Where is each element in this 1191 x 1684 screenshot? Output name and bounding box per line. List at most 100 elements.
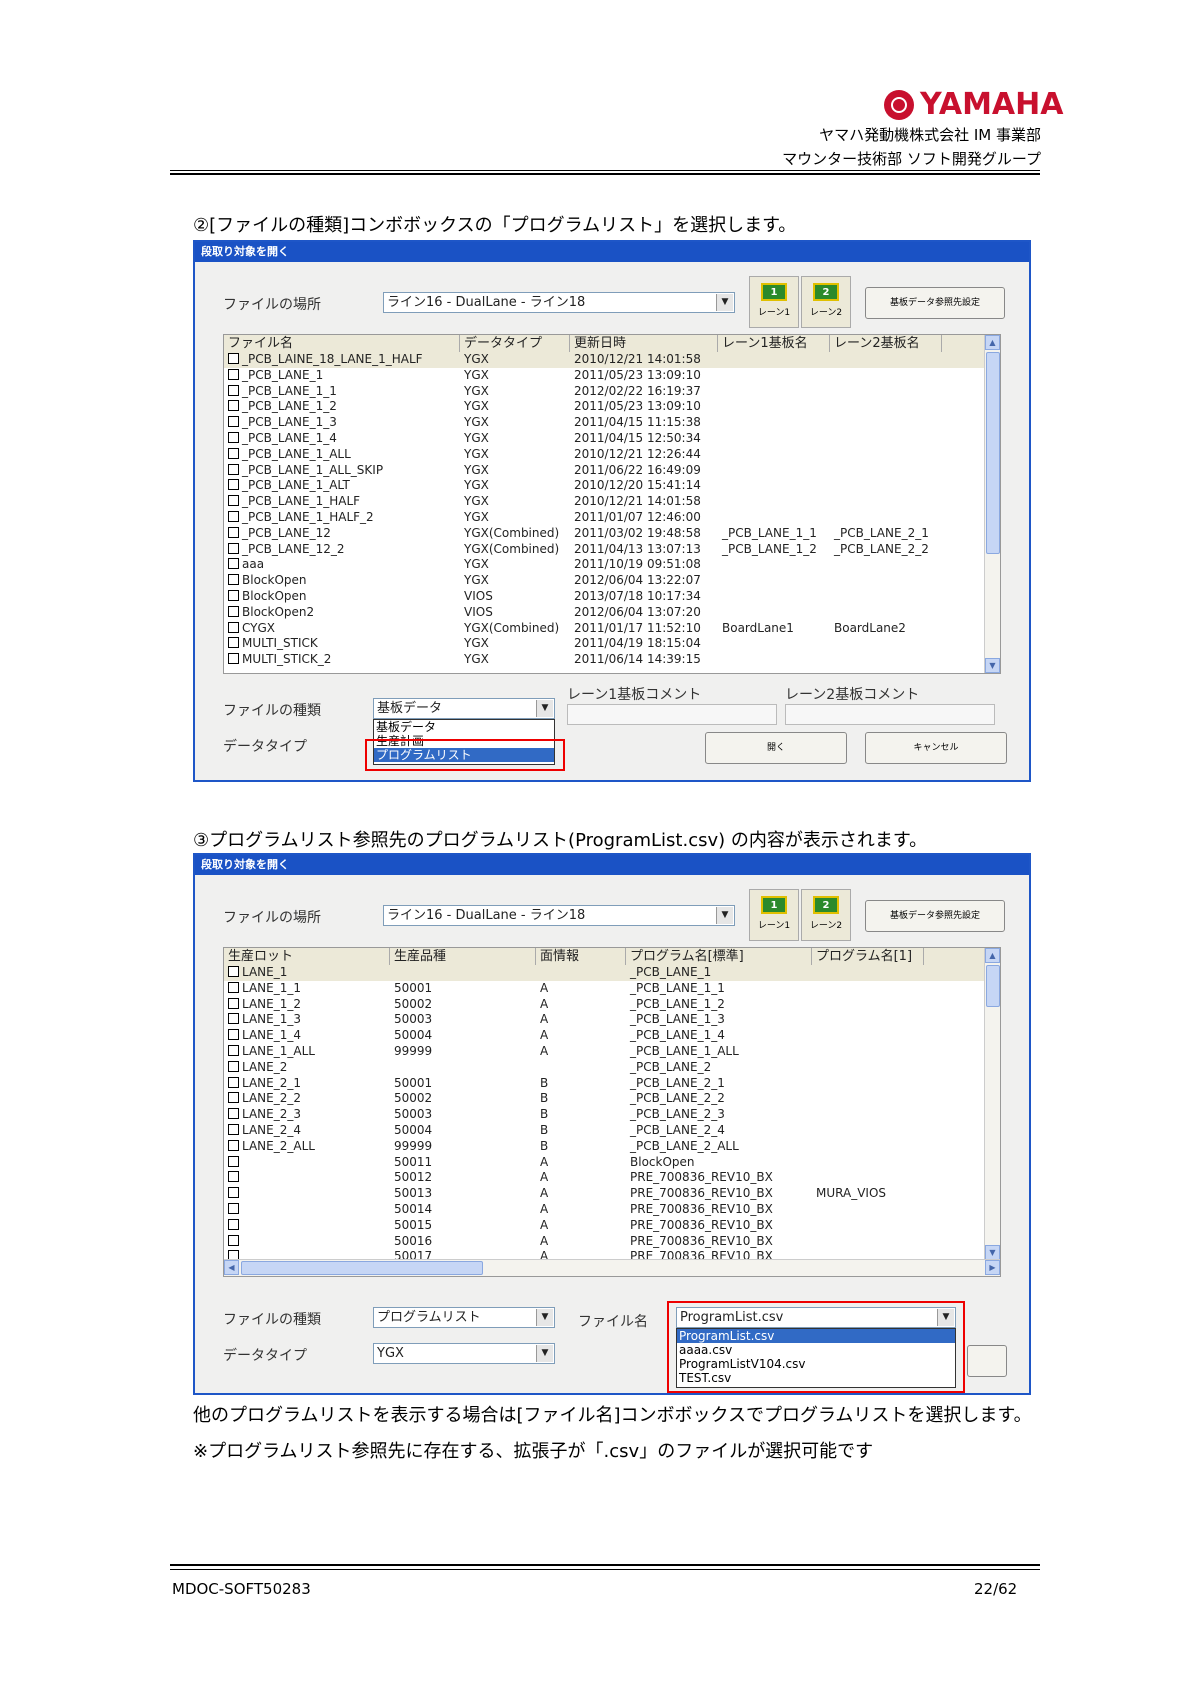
checkbox[interactable]	[228, 1060, 239, 1072]
table-row[interactable]: 50016 A PRE_700836_REV10_BX	[224, 1234, 986, 1250]
checkbox[interactable]	[228, 400, 239, 412]
checkbox[interactable]	[228, 495, 239, 507]
scroll-thumb[interactable]	[986, 965, 1000, 1007]
lane1-button[interactable]: 1 レーン1	[749, 276, 799, 328]
chevron-down-icon[interactable]: ▼	[536, 1345, 553, 1362]
checkbox[interactable]	[228, 1155, 239, 1167]
table-row[interactable]: LANE_2_1 50001 B _PCB_LANE_2_1	[224, 1076, 986, 1092]
table-row[interactable]: 50015 A PRE_700836_REV10_BX	[224, 1218, 986, 1234]
table-row[interactable]: LANE_1_3 50003 A _PCB_LANE_1_3	[224, 1012, 986, 1028]
checkbox[interactable]	[228, 621, 239, 633]
table-row[interactable]: 50011 A BlockOpen	[224, 1155, 986, 1171]
checkbox[interactable]	[228, 1218, 239, 1230]
table-row[interactable]: _PCB_LANE_1_3 YGX 2011/04/15 11:15:38	[224, 415, 986, 431]
table-row[interactable]: LANE_1 _PCB_LANE_1	[224, 965, 986, 981]
table-row[interactable]: BlockOpen2 VIOS 2012/06/04 13:07:20	[224, 605, 986, 621]
table-row[interactable]: MULTI_STICK_2 YGX 2011/06/14 14:39:15	[224, 652, 986, 668]
table-row[interactable]: _PCB_LANE_1_1 YGX 2012/02/22 16:19:37	[224, 384, 986, 400]
table-row[interactable]: _PCB_LANE_1_HALF YGX 2010/12/21 14:01:58	[224, 494, 986, 510]
vertical-scrollbar[interactable]: ▲ ▼	[984, 948, 1000, 1260]
checkbox[interactable]	[228, 384, 239, 396]
checkbox[interactable]	[228, 1187, 239, 1199]
checkbox[interactable]	[228, 447, 239, 459]
table-row[interactable]: LANE_1_ALL 99999 A _PCB_LANE_1_ALL	[224, 1044, 986, 1060]
chevron-down-icon[interactable]: ▼	[716, 907, 733, 924]
scroll-up-icon[interactable]: ▲	[985, 335, 1000, 350]
checkbox[interactable]	[228, 574, 239, 586]
col-header[interactable]: プログラム名[1]	[812, 948, 924, 965]
table-row[interactable]: MULTI_STICK YGX 2011/04/19 18:15:04	[224, 636, 986, 652]
checkbox[interactable]	[228, 653, 239, 665]
table-row[interactable]: LANE_1_4 50004 A _PCB_LANE_1_4	[224, 1028, 986, 1044]
chevron-down-icon[interactable]: ▼	[536, 1309, 553, 1326]
checkbox[interactable]	[228, 1139, 239, 1151]
table-row[interactable]: LANE_2_ALL 99999 B _PCB_LANE_2_ALL	[224, 1139, 986, 1155]
option-board-data[interactable]: 基板データ	[374, 720, 554, 734]
horizontal-scrollbar[interactable]: ◀ ▶	[224, 1259, 1000, 1276]
scroll-left-icon[interactable]: ◀	[224, 1260, 239, 1275]
col-header[interactable]: レーン2基板名	[830, 335, 942, 352]
checkbox[interactable]	[228, 1108, 239, 1120]
table-row[interactable]: CYGX YGX(Combined) 2011/01/17 11:52:10 Boar…	[224, 621, 986, 637]
checkbox[interactable]	[228, 1171, 239, 1183]
checkbox[interactable]	[228, 1092, 239, 1104]
checkbox[interactable]	[228, 416, 239, 428]
table-row[interactable]: 50014 A PRE_700836_REV10_BX	[224, 1202, 986, 1218]
checkbox[interactable]	[228, 353, 239, 364]
table-row[interactable]: _PCB_LANE_1_HALF_2 YGX 2011/01/07 12:46:00	[224, 510, 986, 526]
lane2-comment-field[interactable]	[785, 704, 995, 725]
table-row[interactable]: BlockOpen VIOS 2013/07/18 10:17:34	[224, 589, 986, 605]
checkbox[interactable]	[228, 479, 239, 491]
datatype-combo[interactable]: YGX ▼	[373, 1343, 555, 1364]
lane2-button[interactable]: 2 レーン2	[801, 276, 851, 328]
chevron-down-icon[interactable]: ▼	[536, 700, 553, 717]
lane2-button[interactable]: 2 レーン2	[801, 889, 851, 941]
table-row[interactable]: _PCB_LANE_12 YGX(Combined) 2011/03/02 19:4…	[224, 526, 986, 542]
col-header[interactable]: 更新日時	[570, 335, 718, 352]
checkbox[interactable]	[228, 1234, 239, 1246]
checkbox[interactable]	[228, 997, 239, 1009]
checkbox[interactable]	[228, 526, 239, 538]
cancel-button[interactable]: キャンセル	[865, 732, 1007, 764]
filetype-combo[interactable]: プログラムリスト ▼	[373, 1307, 555, 1328]
location-combo[interactable]: ライン16 - DualLane - ライン18 ▼	[383, 292, 735, 313]
col-header[interactable]: プログラム名[標準]	[626, 948, 812, 965]
scroll-right-icon[interactable]: ▶	[985, 1260, 1000, 1275]
lane1-comment-field[interactable]	[567, 704, 777, 725]
scroll-up-icon[interactable]: ▲	[985, 948, 1000, 963]
col-header[interactable]: ファイル名	[224, 335, 460, 352]
vertical-scrollbar[interactable]: ▲ ▼	[984, 335, 1000, 673]
table-row[interactable]: _PCB_LANE_12_2 YGX(Combined) 2011/04/13 13…	[224, 542, 986, 558]
checkbox[interactable]	[228, 463, 239, 475]
location-combo[interactable]: ライン16 - DualLane - ライン18 ▼	[383, 905, 735, 926]
col-header[interactable]: 生産ロット	[224, 948, 390, 965]
table-row[interactable]: _PCB_LANE_1_ALT YGX 2010/12/20 15:41:14	[224, 478, 986, 494]
table-row[interactable]: LANE_2_4 50004 B _PCB_LANE_2_4	[224, 1123, 986, 1139]
table-row[interactable]: _PCB_LANE_1 YGX 2011/05/23 13:09:10	[224, 368, 986, 384]
checkbox[interactable]	[228, 605, 239, 617]
table-row[interactable]: LANE_2_3 50003 B _PCB_LANE_2_3	[224, 1107, 986, 1123]
checkbox[interactable]	[228, 1029, 239, 1041]
col-header[interactable]: 面情報	[536, 948, 626, 965]
scroll-down-icon[interactable]: ▼	[985, 1245, 1000, 1260]
checkbox[interactable]	[228, 1013, 239, 1025]
table-row[interactable]: LANE_2 _PCB_LANE_2	[224, 1060, 986, 1076]
file-list[interactable]: ファイル名 データタイプ 更新日時 レーン1基板名 レーン2基板名 _PCB_L…	[223, 334, 1001, 674]
checkbox[interactable]	[228, 558, 239, 570]
chevron-down-icon[interactable]: ▼	[716, 294, 733, 311]
checkbox[interactable]	[228, 368, 239, 380]
h-scroll-thumb[interactable]	[241, 1261, 483, 1275]
checkbox[interactable]	[228, 966, 239, 977]
checkbox[interactable]	[228, 510, 239, 522]
table-row[interactable]: _PCB_LANE_1_ALL_SKIP YGX 2011/06/22 16:49:…	[224, 463, 986, 479]
table-row[interactable]: LANE_1_2 50002 A _PCB_LANE_1_2	[224, 997, 986, 1013]
checkbox[interactable]	[228, 542, 239, 554]
table-row[interactable]: _PCB_LAINE_18_LANE_1_HALF YGX 2010/12/21 1…	[224, 352, 986, 368]
scroll-thumb[interactable]	[986, 352, 1000, 554]
checkbox[interactable]	[228, 1202, 239, 1214]
checkbox[interactable]	[228, 1123, 239, 1135]
table-row[interactable]: BlockOpen YGX 2012/06/04 13:22:07	[224, 573, 986, 589]
cancel-button-partial[interactable]	[967, 1345, 1007, 1377]
table-row[interactable]: _PCB_LANE_1_2 YGX 2011/05/23 13:09:10	[224, 399, 986, 415]
settings-button[interactable]: 基板データ参照先設定	[865, 287, 1005, 319]
